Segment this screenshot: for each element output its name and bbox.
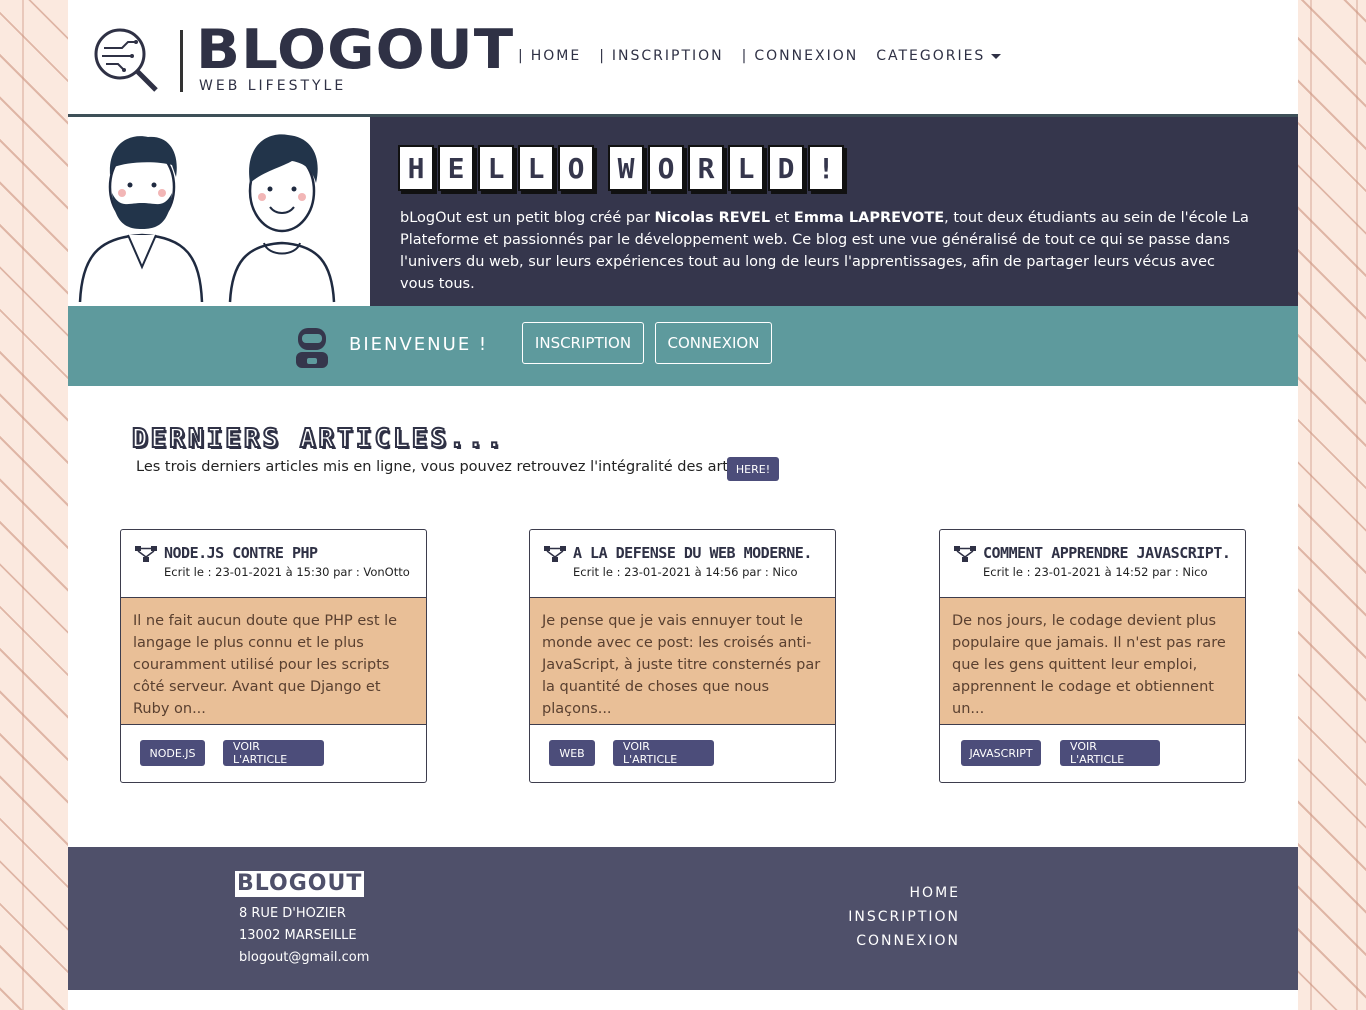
nav-categories-dropdown[interactable]: CATEGORIES — [876, 48, 1002, 64]
article-card-header: COMMENT APPRENDRE JAVASCRIPT. Ecrit le :… — [940, 530, 1245, 598]
site-header: BLOGOUT WEB LIFESTYLE | HOME | INSCRIPTION… — [68, 0, 1298, 117]
page: BLOGOUT WEB LIFESTYLE | HOME | INSCRIPTION… — [68, 0, 1298, 1010]
hero-intro-text: bLogOut est un petit blog créé par — [400, 210, 655, 226]
site-footer: BLOGOUT 8 RUE D'HOZIER 13002 MARSEILLE b… — [68, 847, 1298, 990]
article-meta: Ecrit le : 23-01-2021 à 14:52 par : Nico — [983, 565, 1208, 579]
article-tag-button[interactable]: WEB — [549, 740, 595, 766]
address-line: 8 RUE D'HOZIER — [239, 906, 346, 921]
article-tag-button[interactable]: NODE.JS — [140, 740, 205, 766]
logo-divider — [180, 30, 183, 92]
nav-inscription-label: INSCRIPTION — [611, 48, 724, 64]
article-meta: Ecrit le : 23-01-2021 à 15:30 par : VonO… — [164, 565, 410, 579]
hello-letter-tile: L — [518, 145, 554, 191]
sitemap-icon — [954, 546, 976, 562]
nav-home[interactable]: | HOME — [518, 48, 581, 64]
article-excerpt: Je pense que je vais ennuyer tout le mon… — [530, 598, 835, 725]
hello-letter-tile: O — [558, 145, 594, 191]
footer-link-home[interactable]: HOME — [848, 881, 960, 905]
nav-connexion[interactable]: | CONNEXION — [742, 48, 859, 64]
hello-letter-tile: W — [608, 145, 644, 191]
footer-link-inscription[interactable]: INSCRIPTION — [848, 905, 960, 929]
footer-link-connexion[interactable]: CONNEXION — [848, 929, 960, 953]
article-card-footer: JAVASCRIPT VOIR L'ARTICLE — [940, 725, 1245, 782]
sitemap-icon — [135, 546, 157, 562]
inscription-button[interactable]: INSCRIPTION — [522, 322, 644, 364]
article-card: A LA DEFENSE DU WEB MODERNE. Ecrit le : … — [529, 529, 836, 783]
article-excerpt: Il ne fait aucun doute que PHP est le la… — [121, 598, 426, 725]
nav-connexion-label: CONNEXION — [754, 48, 859, 64]
article-card-header: NODE.JS CONTRE PHP Ecrit le : 23-01-2021… — [121, 530, 426, 598]
read-article-button[interactable]: VOIR L'ARTICLE — [613, 740, 714, 766]
author-name-2: Emma LAPREVOTE — [793, 210, 945, 226]
address-line: 13002 MARSEILLE — [239, 928, 357, 943]
hello-letter-tile: R — [688, 145, 724, 191]
chevron-down-icon — [991, 53, 1002, 59]
welcome-text: BIENVENUE ! — [349, 334, 489, 355]
article-tag-button[interactable]: JAVASCRIPT — [961, 740, 1041, 766]
hello-letter-tile: H — [398, 145, 434, 191]
magnifier-circuit-icon — [94, 28, 158, 92]
hello-letter-tile: D — [768, 145, 804, 191]
authors-avatar-icon — [78, 134, 336, 303]
article-card: COMMENT APPRENDRE JAVASCRIPT. Ecrit le :… — [939, 529, 1246, 783]
hero-intro: bLogOut est un petit blog créé par Nicol… — [400, 207, 1250, 295]
connexion-button[interactable]: CONNEXION — [655, 322, 772, 364]
hello-word-gap — [598, 145, 608, 191]
footer-logo[interactable]: BLOGOUT — [235, 871, 365, 897]
author-name-1: Nicolas REVEL — [654, 210, 771, 226]
nav-categories-label: CATEGORIES — [876, 48, 986, 64]
article-card-footer: NODE.JS VOIR L'ARTICLE — [121, 725, 426, 782]
article-title[interactable]: NODE.JS CONTRE PHP — [164, 544, 318, 562]
hello-letter-tile: L — [728, 145, 764, 191]
logo-title[interactable]: BLOGOUT — [196, 18, 514, 82]
hello-letter-tile: L — [478, 145, 514, 191]
article-excerpt: De nos jours, le codage devient plus pop… — [940, 598, 1245, 725]
latest-articles-title: DERNIERS ARTICLES... — [131, 423, 506, 455]
welcome-band: BIENVENUE ! INSCRIPTION CONNEXION — [68, 306, 1298, 386]
read-article-button[interactable]: VOIR L'ARTICLE — [1060, 740, 1160, 766]
all-articles-button[interactable]: HERE! — [727, 457, 779, 481]
article-card-header: A LA DEFENSE DU WEB MODERNE. Ecrit le : … — [530, 530, 835, 598]
authors-illustration — [68, 117, 370, 306]
hello-world-heading: H E L L O W O R L D! — [398, 145, 848, 191]
article-meta: Ecrit le : 23-01-2021 à 14:56 par : Nico — [573, 565, 798, 579]
hero-panel: H E L L O W O R L D! bLogOut est un petit blog cr… — [370, 117, 1298, 306]
robot-avatar-icon — [296, 328, 328, 368]
main-nav: | HOME | INSCRIPTION | CONNEXION CATEGORIES — [518, 48, 1019, 64]
article-card: NODE.JS CONTRE PHP Ecrit le : 23-01-2021… — [120, 529, 427, 783]
article-card-footer: WEB VOIR L'ARTICLE — [530, 725, 835, 782]
nav-home-label: HOME — [530, 48, 582, 64]
read-article-button[interactable]: VOIR L'ARTICLE — [223, 740, 324, 766]
footer-nav: HOME INSCRIPTION CONNEXION — [848, 881, 960, 953]
footer-address: 8 RUE D'HOZIER 13002 MARSEILLE blogout@g… — [239, 903, 369, 969]
sitemap-icon — [544, 546, 566, 562]
logo-subtitle: WEB LIFESTYLE — [199, 78, 347, 94]
latest-articles-subtitle: Les trois derniers articles mis en ligne… — [136, 459, 761, 475]
hello-letter-tile: O — [648, 145, 684, 191]
hello-letter-tile: E — [438, 145, 474, 191]
nav-inscription[interactable]: | INSCRIPTION — [599, 48, 723, 64]
contact-email[interactable]: blogout@gmail.com — [239, 947, 369, 969]
hello-letter-tile: ! — [808, 145, 844, 191]
article-title[interactable]: A LA DEFENSE DU WEB MODERNE. — [573, 544, 812, 562]
article-title[interactable]: COMMENT APPRENDRE JAVASCRIPT. — [983, 544, 1231, 562]
hero-intro-text: et — [770, 210, 794, 226]
